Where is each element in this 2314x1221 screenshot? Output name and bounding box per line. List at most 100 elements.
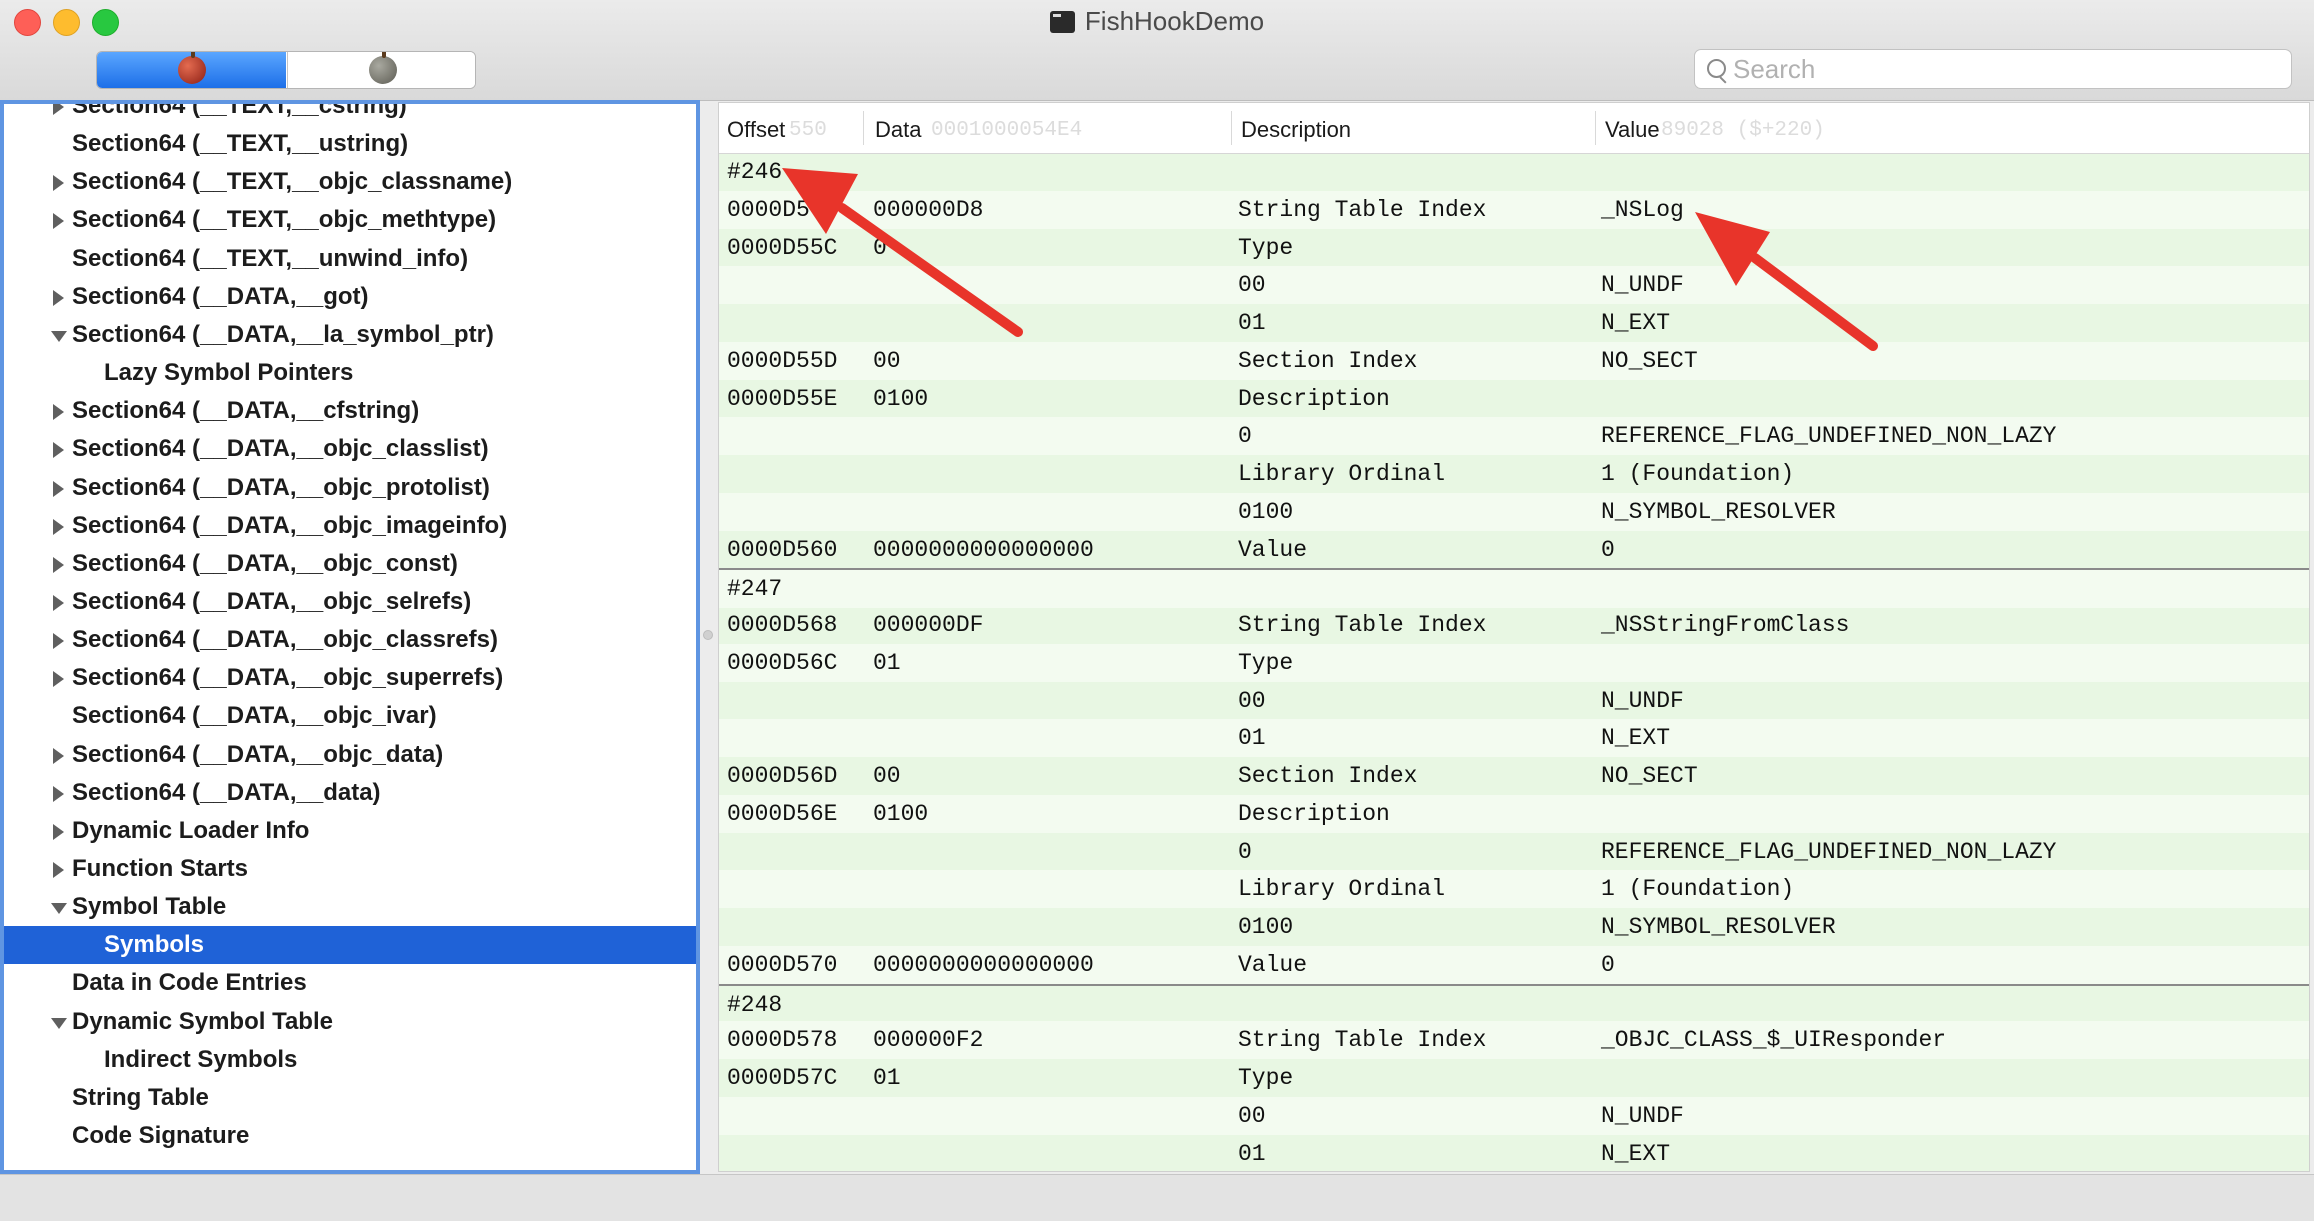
outline-item[interactable]: Indirect Symbols — [4, 1041, 696, 1079]
cell-value: REFERENCE_FLAG_UNDEFINED_NON_LAZY — [1601, 838, 2057, 865]
disclosure-expanded-icon[interactable] — [51, 903, 67, 915]
column-divider[interactable] — [863, 111, 864, 145]
outline-item-label: Section64 (__TEXT,__ustring) — [72, 130, 409, 158]
outline-item-label: Symbol Table — [72, 893, 227, 921]
section-outline[interactable]: Section64 (__TEXT,__cstring) Section64 (_… — [0, 100, 700, 1174]
table-row[interactable]: 01 N_EXT — [719, 1135, 2309, 1172]
table-row[interactable]: 00 N_UNDF — [719, 266, 2309, 305]
table-row[interactable]: 00 N_UNDF — [719, 682, 2309, 720]
disclosure-expanded-icon[interactable] — [51, 330, 67, 342]
outline-item[interactable]: Symbols — [4, 926, 696, 965]
disclosure-collapsed-icon[interactable] — [53, 556, 64, 573]
outline-item[interactable]: Dynamic Symbol Table — [4, 1003, 696, 1041]
column-header-data[interactable]: Data — [875, 117, 921, 143]
disclosure-collapsed-icon[interactable] — [53, 442, 64, 459]
disclosure-collapsed-icon[interactable] — [53, 633, 64, 650]
cell-offset: 0000D568 — [727, 612, 838, 638]
outline-item-label: Section64 (__TEXT,__unwind_info) — [72, 244, 469, 272]
table-row[interactable]: 0000D56E 0100 Description — [719, 794, 2309, 833]
table-row[interactable]: 0100 N_SYMBOL_RESOLVER — [719, 492, 2309, 531]
outline-item-label: Symbols — [104, 931, 205, 959]
disclosure-collapsed-icon[interactable] — [53, 671, 64, 688]
column-divider[interactable] — [1595, 111, 1596, 145]
disclosure-collapsed-icon[interactable] — [53, 480, 64, 497]
table-row[interactable]: 01 N_EXT — [719, 304, 2309, 342]
outline-item[interactable]: Section64 (__TEXT,__objc_methtype) — [4, 201, 696, 239]
raw-view-button[interactable] — [97, 52, 286, 88]
disclosure-collapsed-icon[interactable] — [53, 594, 64, 611]
outline-item[interactable]: Section64 (__TEXT,__unwind_info) — [4, 240, 696, 278]
table-row[interactable]: 01 N_EXT — [719, 719, 2309, 758]
disclosure-collapsed-icon[interactable] — [53, 747, 64, 764]
outline-item[interactable]: Section64 (__DATA,__objc_const) — [4, 545, 696, 583]
outline-item[interactable]: Section64 (__DATA,__la_symbol_ptr) — [4, 316, 696, 354]
column-header-description[interactable]: Description — [1241, 117, 1351, 143]
outline-item[interactable]: Data in Code Entries — [4, 964, 696, 1002]
table-row[interactable]: 00 N_UNDF — [719, 1096, 2309, 1135]
outline-item[interactable]: Symbol Table — [4, 888, 696, 926]
disclosure-collapsed-icon[interactable] — [53, 404, 64, 421]
rva-view-button[interactable] — [287, 52, 475, 88]
table-row[interactable]: #246 — [719, 153, 2309, 191]
column-divider[interactable] — [1231, 111, 1232, 145]
search-input[interactable] — [1733, 54, 2273, 84]
table-row[interactable]: 0000D57C 01 Type — [719, 1059, 2309, 1097]
disclosure-collapsed-icon[interactable] — [53, 104, 64, 115]
table-row[interactable]: 0000D56C 01 Type — [719, 643, 2309, 682]
outline-item[interactable]: Section64 (__TEXT,__cstring) — [4, 104, 696, 125]
table-row[interactable]: 0000D55E 0100 Description — [719, 380, 2309, 418]
outline-item[interactable]: Section64 (__DATA,__cfstring) — [4, 392, 696, 430]
table-row[interactable]: Library Ordinal 1 (Foundation) — [719, 870, 2309, 909]
column-header-offset[interactable]: Offset — [727, 117, 785, 143]
outline-item[interactable]: Section64 (__DATA,__objc_classrefs) — [4, 621, 696, 659]
outline-item[interactable]: Section64 (__DATA,__objc_data) — [4, 736, 696, 774]
outline-item[interactable]: Code Signature — [4, 1117, 696, 1155]
table-row[interactable]: 0000D55C 0 Type — [719, 229, 2309, 267]
table-row[interactable]: 0000D56D 00 Section Index NO_SECT — [719, 757, 2309, 795]
search-field[interactable] — [1694, 49, 2292, 89]
table-row[interactable]: 0 REFERENCE_FLAG_UNDEFINED_NON_LAZY — [719, 417, 2309, 456]
cell-value: NO_SECT — [1601, 347, 1698, 374]
outline-item[interactable]: Section64 (__DATA,__objc_superrefs) — [4, 659, 696, 697]
cell-data: 0000000000000000 — [873, 951, 1094, 978]
table-row[interactable]: 0000D578 000000F2 String Table Index _OBJC_… — [719, 1021, 2309, 1060]
outline-item[interactable]: Section64 (__DATA,__objc_ivar) — [4, 697, 696, 735]
column-header-value[interactable]: Value — [1605, 117, 1660, 143]
outline-item[interactable]: Section64 (__DATA,__objc_selrefs) — [4, 583, 696, 621]
outline-item[interactable]: Dynamic Loader Info — [4, 812, 696, 850]
table-row[interactable]: 0 REFERENCE_FLAG_UNDEFINED_NON_LAZY — [719, 833, 2309, 871]
disclosure-collapsed-icon[interactable] — [53, 785, 64, 802]
outline-item[interactable]: Section64 (__DATA,__objc_imageinfo) — [4, 507, 696, 545]
disclosure-collapsed-icon[interactable] — [53, 518, 64, 535]
table-row[interactable]: 0100 N_SYMBOL_RESOLVER — [719, 908, 2309, 946]
table-row[interactable]: 0000D55D 00 Section Index NO_SECT — [719, 341, 2309, 380]
split-view-divider-handle[interactable] — [703, 630, 713, 640]
table-row[interactable]: #248 — [719, 983, 2309, 1024]
outline-item[interactable]: Section64 (__DATA,__got) — [4, 278, 696, 316]
cell-value: _OBJC_CLASS_$_UIResponder — [1601, 1027, 1947, 1054]
outline-item[interactable]: Section64 (__TEXT,__ustring) — [4, 125, 696, 163]
table-row[interactable]: Library Ordinal 1 (Foundation) — [719, 455, 2309, 493]
disclosure-collapsed-icon[interactable] — [53, 862, 64, 878]
table-row[interactable]: 0000D560 0000000000000000 Value 0 — [719, 531, 2309, 569]
outline-item[interactable]: Section64 (__TEXT,__objc_classname) — [4, 163, 696, 201]
disclosure-collapsed-icon[interactable] — [53, 823, 64, 840]
outline-item[interactable]: String Table — [4, 1079, 696, 1117]
symbol-table-view[interactable]: 550 0001000054E4 89028 ($+220) Offset Da… — [718, 102, 2310, 1172]
table-row[interactable]: 0000D5 000000D8 String Table Index _NSLog — [719, 190, 2309, 229]
outline-item[interactable]: Section64 (__DATA,__data) — [4, 774, 696, 812]
disclosure-expanded-icon[interactable] — [51, 1017, 67, 1029]
table-row[interactable]: 0000D570 0000000000000000 Value 0 — [719, 945, 2309, 984]
outline-item[interactable]: Lazy Symbol Pointers — [4, 354, 696, 392]
disclosure-collapsed-icon[interactable] — [53, 289, 64, 306]
outline-item-label: Section64 (__DATA,__objc_superrefs) — [72, 664, 504, 692]
cell-value: N_EXT — [1601, 725, 1671, 752]
outline-item[interactable]: Section64 (__DATA,__objc_classlist) — [4, 430, 696, 468]
outline-item[interactable]: Function Starts — [4, 850, 696, 888]
table-row[interactable]: #247 — [719, 568, 2309, 609]
outline-item[interactable]: Section64 (__DATA,__objc_protolist) — [4, 469, 696, 507]
view-mode-segmented-control[interactable] — [96, 51, 476, 89]
table-row[interactable]: 0000D568 000000DF String Table Index _NSStr… — [719, 606, 2309, 644]
disclosure-collapsed-icon[interactable] — [53, 175, 64, 192]
disclosure-collapsed-icon[interactable] — [53, 213, 64, 230]
